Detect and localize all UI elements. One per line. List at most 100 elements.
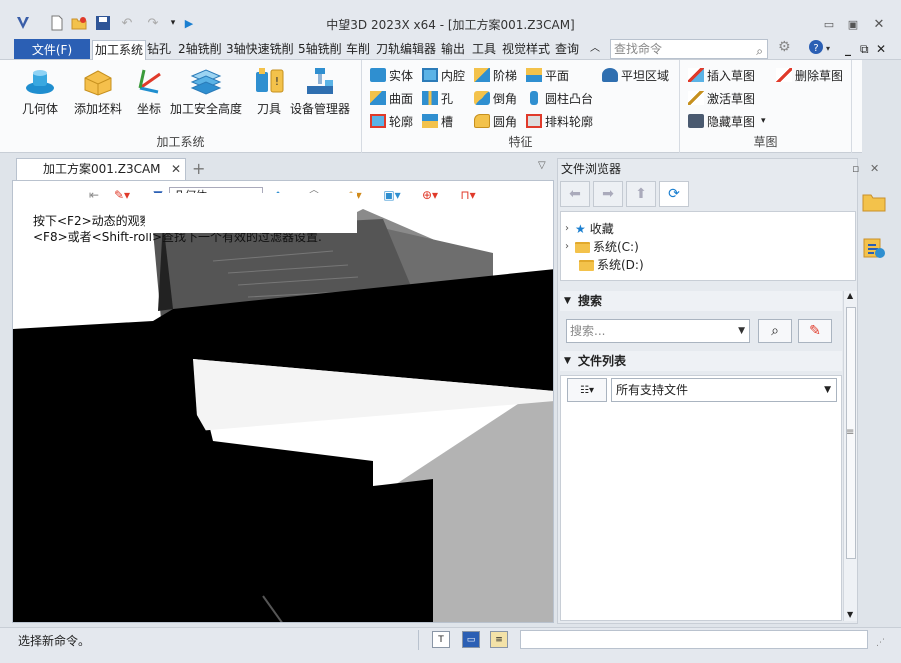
feature-solid-button[interactable]: 实体 — [370, 65, 413, 85]
tab-query[interactable]: 查询 — [555, 40, 579, 60]
device-manager-button[interactable]: 设备管理器 — [290, 66, 350, 122]
history-icon[interactable]: ≡ — [490, 631, 508, 648]
file-search-input[interactable]: 搜索... ▼ — [566, 319, 750, 343]
feature-flat-area-button[interactable]: 平坦区域 — [602, 65, 669, 85]
display-mode-icon[interactable]: ▭ — [462, 631, 480, 648]
tree-item-favorites[interactable]: › ★ 收藏 — [565, 220, 614, 238]
tree-item-drive-d[interactable]: 系统(D:) — [579, 256, 644, 274]
tab-5axis-milling[interactable]: 5轴铣削 — [298, 40, 342, 60]
feature-step-button[interactable]: 阶梯 — [474, 65, 517, 85]
expand-chevron-icon[interactable]: › — [565, 220, 569, 238]
document-tab[interactable]: 加工方案001.Z3CAM ✕ — [16, 158, 186, 180]
help-icon[interactable]: ? ▾ — [808, 38, 832, 58]
cylinder-boss-icon — [530, 91, 538, 105]
doc-restore-button[interactable]: ⧉ — [860, 40, 869, 60]
hide-sketch-dropdown-icon[interactable]: ▾ — [761, 116, 766, 126]
tab-toolpath-editor[interactable]: 刀轨编辑器 — [376, 40, 436, 60]
add-tab-icon[interactable]: + — [192, 158, 205, 180]
insert-sketch-label: 插入草图 — [707, 68, 756, 83]
command-line-input[interactable] — [520, 630, 868, 649]
coordinate-button[interactable]: 坐标 — [132, 66, 166, 122]
command-search-input[interactable]: 查找命令 ⌕ — [610, 39, 768, 59]
feature-fillet-button[interactable]: 圆角 — [474, 111, 517, 131]
filelist-section-header[interactable]: ▼ 文件列表 — [560, 351, 842, 371]
tab-output[interactable]: 输出 — [441, 40, 465, 60]
panel-pin-icon[interactable]: ▫ — [852, 159, 859, 179]
refresh-icon[interactable]: ⟳ — [659, 181, 689, 207]
scroll-down-icon[interactable]: ▼ — [847, 610, 853, 619]
restore-button[interactable]: ▣ — [842, 16, 864, 32]
safe-height-button[interactable]: 加工安全高度 — [170, 66, 242, 122]
cavity-icon — [422, 68, 438, 82]
feature-slot-button[interactable]: 槽 — [422, 111, 453, 131]
group-features: 实体 内腔 阶梯 平面 平坦区域 曲面 孔 倒角 圆柱凸台 轮廓 槽 圆角 排料… — [362, 60, 680, 153]
hide-sketch-icon — [688, 114, 704, 128]
feature-surface-button[interactable]: 曲面 — [370, 88, 413, 108]
panel-close-icon[interactable]: ✕ — [870, 159, 879, 179]
browser-scrollbar[interactable]: ▲ ≡ ▼ — [843, 291, 857, 621]
pick-tool-icon[interactable]: ✎▾ — [111, 187, 133, 203]
settings-gear-icon[interactable]: ⚙ — [778, 38, 791, 58]
tree-item-drive-c[interactable]: › 系统(C:) — [565, 238, 639, 256]
add-stock-button[interactable]: 添加坯料 — [74, 66, 122, 122]
tab-visual-style[interactable]: 视觉样式 — [502, 40, 550, 60]
file-type-select[interactable]: 所有支持文件 ▼ — [611, 378, 837, 402]
file-browser-panel: 文件浏览器 ▫ ✕ ⬅ ➡ ⬆ ⟳ › ★ 收藏 › 系统(C:) 系统(D:)… — [557, 158, 879, 624]
forward-arrow-icon[interactable]: ➡ — [593, 181, 623, 207]
file-list[interactable]: ☷▾ 所有支持文件 ▼ — [560, 375, 842, 621]
section-icon[interactable]: ⊓▾ — [457, 187, 479, 203]
search-button[interactable]: ⌕ — [758, 319, 792, 343]
tab-machining-system[interactable]: 加工系统 — [92, 40, 147, 60]
doc-close-button[interactable]: ✕ — [876, 40, 886, 60]
tab-tools[interactable]: 工具 — [472, 40, 496, 60]
close-tab-icon[interactable]: ✕ — [171, 159, 181, 180]
view-mode-button[interactable]: ☷▾ — [567, 378, 607, 402]
geometry-button[interactable]: 几何体 — [22, 66, 58, 122]
doc-minimize-button[interactable]: _ — [845, 40, 851, 60]
search-section-header[interactable]: ▼ 搜索 — [560, 291, 842, 311]
feature-solid-label: 实体 — [389, 68, 414, 83]
text-mode-icon[interactable]: T — [432, 631, 450, 648]
tool-button[interactable]: ! 刀具 — [252, 66, 286, 122]
collapse-triangle-icon: ▼ — [564, 296, 571, 306]
resource-library-toggle[interactable] — [860, 234, 888, 262]
resize-grip-icon[interactable]: ⋰ — [876, 638, 885, 648]
feature-surface-label: 曲面 — [389, 91, 414, 106]
hide-sketch-button[interactable]: 隐藏草图 ▾ — [688, 111, 766, 131]
tab-turning[interactable]: 车削 — [346, 40, 370, 60]
close-button[interactable]: ✕ — [868, 16, 890, 32]
safe-height-label: 加工安全高度 — [170, 102, 243, 116]
expand-chevron-icon[interactable]: › — [565, 238, 569, 256]
chevron-down-icon[interactable]: ▼ — [738, 320, 745, 342]
up-arrow-icon[interactable]: ⬆ — [626, 181, 656, 207]
delete-sketch-button[interactable]: 删除草图 — [776, 65, 843, 85]
feature-stock-contour-button[interactable]: 排料轮廓 — [526, 111, 593, 131]
shading-icon[interactable]: ▣▾ — [381, 187, 403, 203]
collapse-ribbon-icon[interactable]: ︿ — [590, 40, 600, 60]
minimize-button[interactable]: ▭ — [818, 16, 840, 32]
graphics-viewport[interactable]: ⇤ ✎▾ ▼ 几何体 ◆ ⬡ ◈▾ ▣▾ ⊕▾ ⊓▾ 按下<F2>动态的观察 <… — [12, 180, 554, 623]
file-menu-button[interactable]: 文件(F) — [14, 39, 90, 59]
clear-search-button[interactable]: ✎ — [798, 319, 832, 343]
tab-3axis-milling[interactable]: 3轴快速铣削 — [226, 40, 294, 60]
file-browser-toggle[interactable] — [860, 188, 888, 216]
feature-cavity-button[interactable]: 内腔 — [422, 65, 465, 85]
back-arrow-icon[interactable]: ⬅ — [560, 181, 590, 207]
feature-cylinder-boss-button[interactable]: 圆柱凸台 — [526, 88, 593, 108]
file-browser-title: 文件浏览器 — [561, 162, 622, 176]
feature-contour-button[interactable]: 轮廓 — [370, 111, 413, 131]
status-bar: 选择新命令。 T ▭ ≡ ⋰ — [0, 627, 901, 651]
feature-plane-button[interactable]: 平面 — [526, 65, 569, 85]
model-view[interactable] — [13, 181, 554, 623]
feature-chamfer-button[interactable]: 倒角 — [474, 88, 517, 108]
tab-list-dropdown-icon[interactable]: ▽ — [538, 160, 546, 171]
exit-icon[interactable]: ⇤ — [83, 187, 105, 203]
scroll-up-icon[interactable]: ▲ — [847, 291, 853, 300]
snap-icon[interactable]: ⊕▾ — [419, 187, 441, 203]
tab-2axis-milling[interactable]: 2轴铣削 — [178, 40, 222, 60]
feature-hole-button[interactable]: 孔 — [422, 88, 453, 108]
activate-sketch-button[interactable]: 激活草图 — [688, 88, 755, 108]
tab-drilling[interactable]: 钻孔 — [147, 40, 171, 60]
insert-sketch-button[interactable]: 插入草图 — [688, 65, 755, 85]
feature-plane-label: 平面 — [545, 68, 570, 83]
